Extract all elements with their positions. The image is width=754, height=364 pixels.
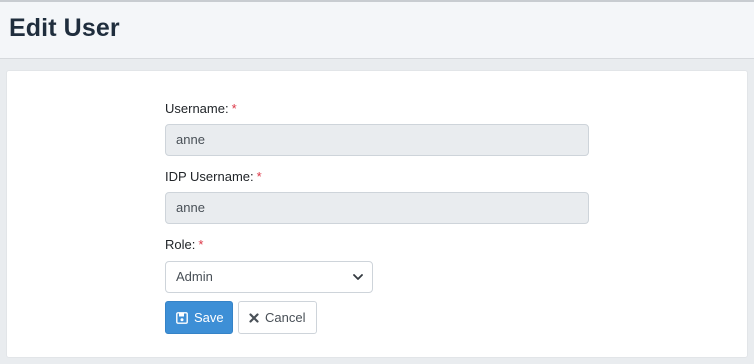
cancel-button-label: Cancel (265, 310, 306, 325)
role-label-text: Role: (165, 237, 196, 252)
role-label: Role: * (165, 237, 203, 252)
cancel-button[interactable]: Cancel (238, 301, 317, 334)
idp-username-label-text: IDP Username: (165, 169, 254, 184)
idp-username-label: IDP Username: * (165, 169, 262, 184)
required-marker: * (198, 237, 204, 252)
floppy-disk-icon (176, 311, 188, 324)
idp-username-field[interactable]: anne (165, 192, 589, 224)
role-select-value: Admin (176, 269, 213, 284)
save-button-label: Save (194, 310, 224, 325)
required-marker: * (256, 169, 262, 184)
page-header: Edit User (0, 0, 754, 59)
username-label-text: Username: (165, 101, 229, 116)
page-title: Edit User (9, 14, 120, 42)
role-select[interactable]: Admin (165, 261, 373, 293)
required-marker: * (231, 101, 237, 116)
edit-user-card: Username: * anne IDP Username: * anne Role… (6, 70, 748, 358)
username-field[interactable]: anne (165, 124, 589, 156)
times-icon (249, 312, 259, 323)
chevron-down-icon (353, 274, 363, 280)
username-label: Username: * (165, 101, 237, 116)
save-button[interactable]: Save (165, 301, 233, 334)
